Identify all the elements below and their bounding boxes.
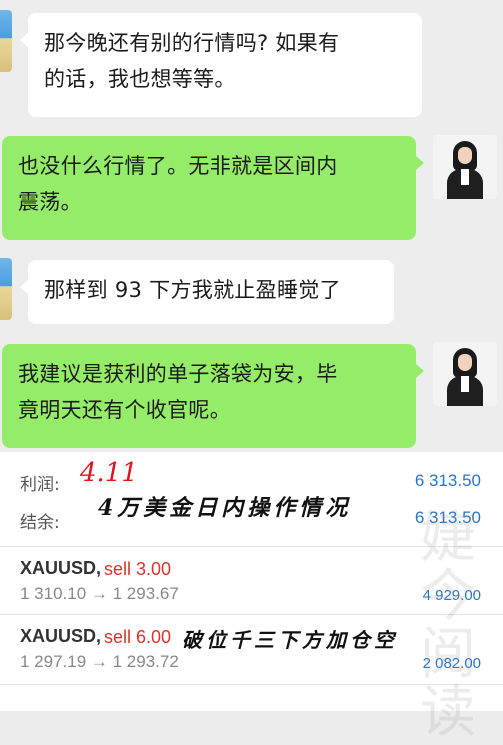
user-avatar[interactable] xyxy=(433,342,497,406)
trade-symbol: XAUUSD, xyxy=(20,626,102,646)
message-bubble-sent[interactable]: 我建议是获利的单子落袋为安，毕 竟明天还有个收官呢。 xyxy=(2,344,424,448)
trade-note-annotation: 破位千三下方加仓空 xyxy=(182,628,398,652)
message-text: 那今晚还有别的行情吗? 如果有 xyxy=(44,31,340,55)
trade-action: sell 6.00 xyxy=(104,627,172,647)
contact-avatar[interactable] xyxy=(0,258,12,320)
contact-avatar[interactable] xyxy=(0,10,12,72)
message-text: 也没什么行情了。无非就是区间内 xyxy=(18,154,338,178)
trade-action: sell 3.00 xyxy=(104,559,172,579)
trade-prices: 1 297.19 → 1 293.72 xyxy=(20,652,179,671)
chat-area: 那今晚还有别的行情吗? 如果有 的话，我也想等等。 也没什么行情了。无非就是区间… xyxy=(0,0,503,452)
message-text: 那样到 93 下方我就止盈睡觉了 xyxy=(44,278,341,302)
avatar-face xyxy=(458,354,472,371)
message-bubble-received[interactable]: 那样到 93 下方我就止盈睡觉了 xyxy=(20,260,394,324)
avatar-shirt xyxy=(461,169,469,185)
message-text: 的话，我也想等等。 xyxy=(44,67,236,91)
trade-symbol: XAUUSD, xyxy=(20,558,102,578)
message-text: 我建议是获利的单子落袋为安，毕 xyxy=(18,362,338,386)
watermark: 婕今阅读 xyxy=(420,506,476,745)
avatar-face xyxy=(458,147,472,164)
message-bubble-received[interactable]: 那今晚还有别的行情吗? 如果有 的话，我也想等等。 xyxy=(20,13,422,117)
message-text: 竟明天还有个收官呢。 xyxy=(18,398,231,422)
message-text: 震荡。 xyxy=(18,190,82,214)
profit-label: 利润: xyxy=(20,475,60,495)
avatar-shirt xyxy=(461,376,469,392)
message-bubble-sent[interactable]: 也没什么行情了。无非就是区间内 震荡。 xyxy=(2,136,424,240)
date-annotation: 4.11 xyxy=(80,458,138,488)
trade-prices: 1 310.10 → 1 293.67 xyxy=(20,584,179,603)
balance-label: 结余: xyxy=(20,513,60,533)
summary-annotation: 4万美金日内操作情况 xyxy=(98,495,352,521)
profit-value: 6 313.50 xyxy=(414,471,481,490)
user-avatar[interactable] xyxy=(433,135,497,199)
